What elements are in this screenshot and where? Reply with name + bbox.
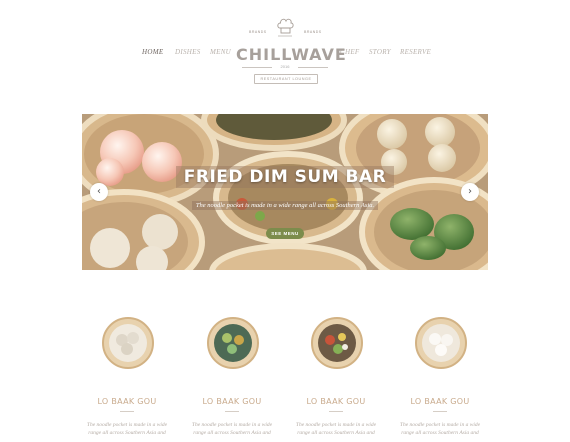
hero-title: FRIED DIM SUM BAR — [82, 166, 488, 188]
logo-title: CHILLWAVE — [236, 45, 347, 64]
dish-card[interactable]: LO BAAK GOU The noodle pocket is made in… — [186, 316, 278, 442]
dish-divider — [225, 411, 239, 412]
dish-title: LO BAAK GOU — [97, 397, 157, 406]
dish-divider — [433, 411, 447, 412]
nav-dishes[interactable]: DISHES — [175, 48, 201, 56]
prev-slide-button[interactable]: ‹ — [90, 183, 108, 201]
dish-image — [311, 317, 363, 369]
dish-image — [415, 317, 467, 369]
dish-title: LO BAAK GOU — [306, 397, 366, 406]
dish-divider — [120, 411, 134, 412]
dish-title: LO BAAK GOU — [410, 397, 470, 406]
dish-divider — [329, 411, 343, 412]
see-menu-button[interactable]: SEE MENU — [266, 228, 304, 239]
nav-story[interactable]: STORY — [369, 48, 391, 56]
next-slide-button[interactable]: › — [461, 183, 479, 201]
dish-description: The noodle pocket is made in a wide rang… — [295, 422, 377, 436]
logo-side-left: BRANDS — [249, 30, 267, 34]
nav-reserve[interactable]: RESERVE — [400, 48, 431, 56]
dish-image — [102, 317, 154, 369]
nav-home[interactable]: HOME — [142, 48, 163, 56]
logo-side-right: BRANDS — [304, 30, 322, 34]
dish-description: The noodle pocket is made in a wide rang… — [399, 422, 481, 436]
site-logo[interactable]: BRANDS BRANDS CHILLWAVE 2016 RESTAURANT … — [236, 16, 347, 86]
dish-description: The noodle pocket is made in a wide rang… — [191, 422, 273, 436]
chevron-right-icon: › — [468, 186, 472, 197]
logo-ribbon: RESTAURANT LOUNGE — [254, 74, 318, 84]
dim-sum-photo — [82, 114, 488, 270]
logo-rule-right — [298, 67, 328, 68]
dish-card[interactable]: LO BAAK GOU The noodle pocket is made in… — [394, 316, 486, 442]
hero-subtitle: The noodle pocket is made in a wide rang… — [82, 201, 488, 210]
chevron-left-icon: ‹ — [97, 186, 101, 197]
hero-slider: FRIED DIM SUM BAR The noodle pocket is m… — [82, 114, 488, 270]
dish-title: LO BAAK GOU — [202, 397, 262, 406]
dish-card[interactable]: LO BAAK GOU The noodle pocket is made in… — [290, 316, 382, 442]
nav-menu[interactable]: MENU — [210, 48, 231, 56]
dish-description: The noodle pocket is made in a wide rang… — [86, 422, 168, 436]
dish-image — [207, 317, 259, 369]
dish-card[interactable]: LO BAAK GOU The noodle pocket is made in… — [81, 316, 173, 442]
chef-hat-icon — [277, 18, 294, 37]
